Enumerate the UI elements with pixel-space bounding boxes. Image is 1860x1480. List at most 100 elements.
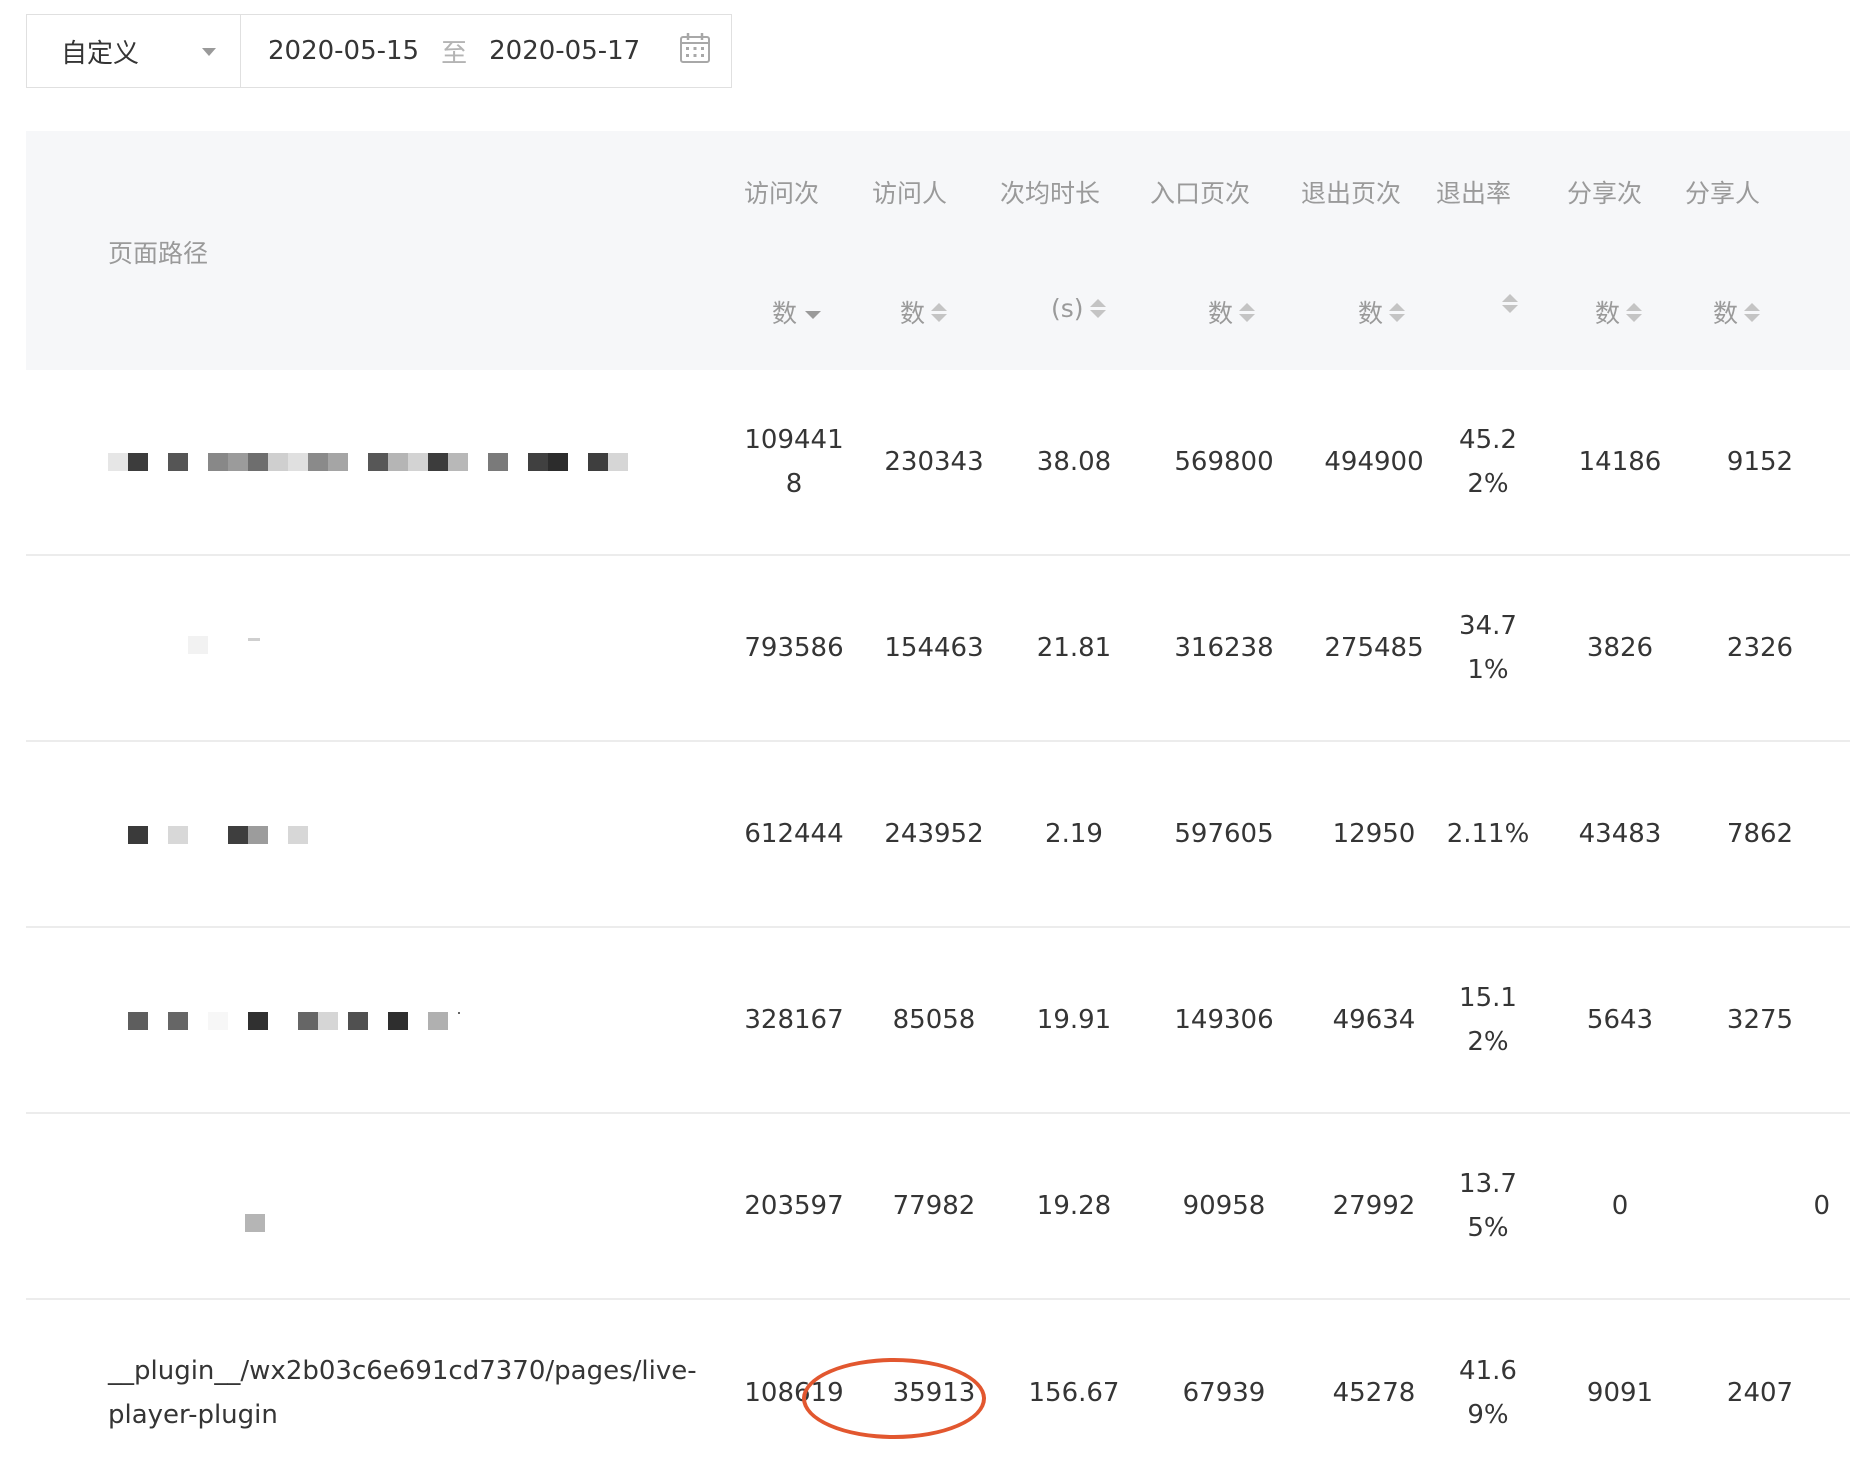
cell-entry: 67939 <box>1182 1378 1266 1408</box>
header-avg-duration[interactable]: 次均时长 <box>1000 174 1100 210</box>
cell-visitors: 154463 <box>884 633 984 663</box>
cell-shares: 9091 <box>1586 1378 1654 1408</box>
start-date: 2020-05-15 <box>268 36 420 66</box>
cell-sharers: 7862 <box>1726 819 1794 849</box>
table-row: 328167 85058 19.91 149306 49634 15.1 2% 5… <box>26 928 1850 1114</box>
date-range-picker[interactable]: 2020-05-15 至 2020-05-17 <box>241 15 731 87</box>
cell-entry: 90958 <box>1182 1191 1266 1221</box>
header-visits[interactable]: 访问次 <box>744 174 819 210</box>
range-type-label: 自定义 <box>61 38 140 69</box>
cell-shares: 14186 <box>1578 447 1662 477</box>
header-shares-line2: 数 <box>1595 299 1621 328</box>
cell-exit-rate: 13.7 5% <box>1459 1169 1517 1243</box>
cell-shares: 5643 <box>1586 1005 1654 1035</box>
cell-sharers: 3275 <box>1726 1005 1794 1035</box>
cell-avg-duration: 21.81 <box>1036 633 1112 663</box>
sort-icon[interactable] <box>1626 302 1643 322</box>
cell-exit: 275485 <box>1324 633 1424 663</box>
cell-exit-rate: 45.2 2% <box>1459 425 1517 499</box>
cell-exit-rate: 34.7 1% <box>1459 611 1517 685</box>
table-row: 793586 154463 21.81 316238 275485 34.7 1%… <box>26 556 1850 742</box>
table-row: __plugin__/wx2b03c6e691cd7370/pages/live… <box>26 1300 1850 1480</box>
path-cell-redacted <box>108 742 708 926</box>
cell-exit: 12950 <box>1332 819 1416 849</box>
cell-avg-duration: 19.91 <box>1036 1005 1112 1035</box>
header-exit-rate-sort[interactable] <box>1496 294 1518 313</box>
header-exit[interactable]: 退出页次 <box>1301 174 1401 210</box>
header-entry[interactable]: 入口页次 <box>1150 174 1250 210</box>
cell-sharers: 9152 <box>1726 447 1794 477</box>
path-text-line2: player-plugin <box>108 1400 278 1430</box>
header-sharers[interactable]: 分享人 <box>1685 174 1760 210</box>
cell-entry: 149306 <box>1174 1005 1274 1035</box>
page-stats-table: 页面路径 访问次 数 访问人 数 次均时长 (s) 入口页次 数 退出页次 数 … <box>26 131 1850 1480</box>
cell-visits: 108619 <box>744 1378 844 1408</box>
sort-icon[interactable] <box>1089 299 1106 318</box>
cell-entry: 597605 <box>1174 819 1274 849</box>
cell-exit-rate: 2.11% <box>1446 819 1530 849</box>
cell-visits: 203597 <box>744 1191 844 1221</box>
path-cell[interactable]: __plugin__/wx2b03c6e691cd7370/pages/live… <box>108 1300 708 1480</box>
sort-desc-icon[interactable] <box>805 311 822 319</box>
header-visits-sort[interactable]: 数 <box>772 294 822 330</box>
cell-exit-rate: 15.1 2% <box>1459 983 1517 1057</box>
cell-sharers: 2407 <box>1726 1378 1794 1408</box>
header-exit-sort[interactable]: 数 <box>1358 294 1406 330</box>
sort-icon[interactable] <box>1389 302 1406 322</box>
cell-visits: 328167 <box>744 1005 844 1035</box>
cell-entry: 316238 <box>1174 633 1274 663</box>
cell-exit-rate: 41.6 9% <box>1459 1356 1517 1430</box>
cell-shares: 43483 <box>1578 819 1662 849</box>
header-visitors-sort[interactable]: 数 <box>900 294 948 330</box>
path-cell-redacted <box>108 556 708 740</box>
header-shares-sort[interactable]: 数 <box>1595 294 1643 330</box>
cell-visitors-highlighted: 35913 <box>892 1378 976 1408</box>
header-visitors[interactable]: 访问人 <box>872 174 947 210</box>
header-exit-rate[interactable]: 退出率 <box>1436 174 1511 210</box>
cell-exit: 494900 <box>1324 447 1424 477</box>
cell-avg-duration: 2.19 <box>1045 819 1103 849</box>
header-visitors-line2: 数 <box>900 299 926 328</box>
cell-shares: 3826 <box>1586 633 1654 663</box>
header-shares[interactable]: 分享次 <box>1567 174 1642 210</box>
chevron-down-icon <box>202 48 216 56</box>
cell-visitors: 77982 <box>892 1191 976 1221</box>
sort-icon[interactable] <box>931 302 948 322</box>
cell-visitors: 243952 <box>884 819 984 849</box>
cell-entry: 569800 <box>1174 447 1274 477</box>
sort-icon[interactable] <box>1239 302 1256 322</box>
table-row: 203597 77982 19.28 90958 27992 13.7 5% 0 … <box>26 1114 1850 1300</box>
sort-icon[interactable] <box>1744 302 1761 322</box>
cell-visitors: 85058 <box>892 1005 976 1035</box>
path-cell-redacted <box>108 1114 708 1298</box>
analytics-page: 自定义 2020-05-15 至 2020-05-17 页面路径 访问次 数 访… <box>0 0 1860 1480</box>
header-sharers-sort[interactable]: 数 <box>1713 294 1761 330</box>
cell-visitors: 230343 <box>884 447 984 477</box>
header-entry-line2: 数 <box>1208 299 1234 328</box>
cell-avg-duration: 156.67 <box>1028 1378 1120 1408</box>
cell-visits: 109441 8 <box>744 425 844 499</box>
cell-visits: 793586 <box>744 633 844 663</box>
path-text-line1: __plugin__/wx2b03c6e691cd7370/pages/live… <box>108 1356 697 1386</box>
cell-avg-duration: 38.08 <box>1036 447 1112 477</box>
date-separator: 至 <box>441 38 468 69</box>
date-filter-bar: 自定义 2020-05-15 至 2020-05-17 <box>26 14 732 88</box>
cell-exit: 49634 <box>1332 1005 1416 1035</box>
table-header: 页面路径 访问次 数 访问人 数 次均时长 (s) 入口页次 数 退出页次 数 … <box>26 131 1850 370</box>
calendar-icon[interactable] <box>679 32 711 64</box>
path-cell-redacted <box>108 370 708 554</box>
cell-visits: 612444 <box>744 819 844 849</box>
cell-avg-duration: 19.28 <box>1036 1191 1112 1221</box>
sort-icon[interactable] <box>1502 294 1518 313</box>
path-cell-redacted <box>108 928 708 1112</box>
cell-sharers: 0 <box>1813 1191 1830 1221</box>
header-avg-duration-sort[interactable]: (s) <box>1051 294 1106 323</box>
header-path: 页面路径 <box>108 239 209 268</box>
table-row: 109441 8 230343 38.08 569800 494900 45.2 2… <box>26 370 1850 556</box>
range-type-select[interactable]: 自定义 <box>27 15 241 87</box>
cell-exit: 27992 <box>1332 1191 1416 1221</box>
table-row: 612444 243952 2.19 597605 12950 2.11% 43… <box>26 742 1850 928</box>
cell-exit: 45278 <box>1332 1378 1416 1408</box>
end-date: 2020-05-17 <box>489 36 641 66</box>
header-entry-sort[interactable]: 数 <box>1208 294 1256 330</box>
